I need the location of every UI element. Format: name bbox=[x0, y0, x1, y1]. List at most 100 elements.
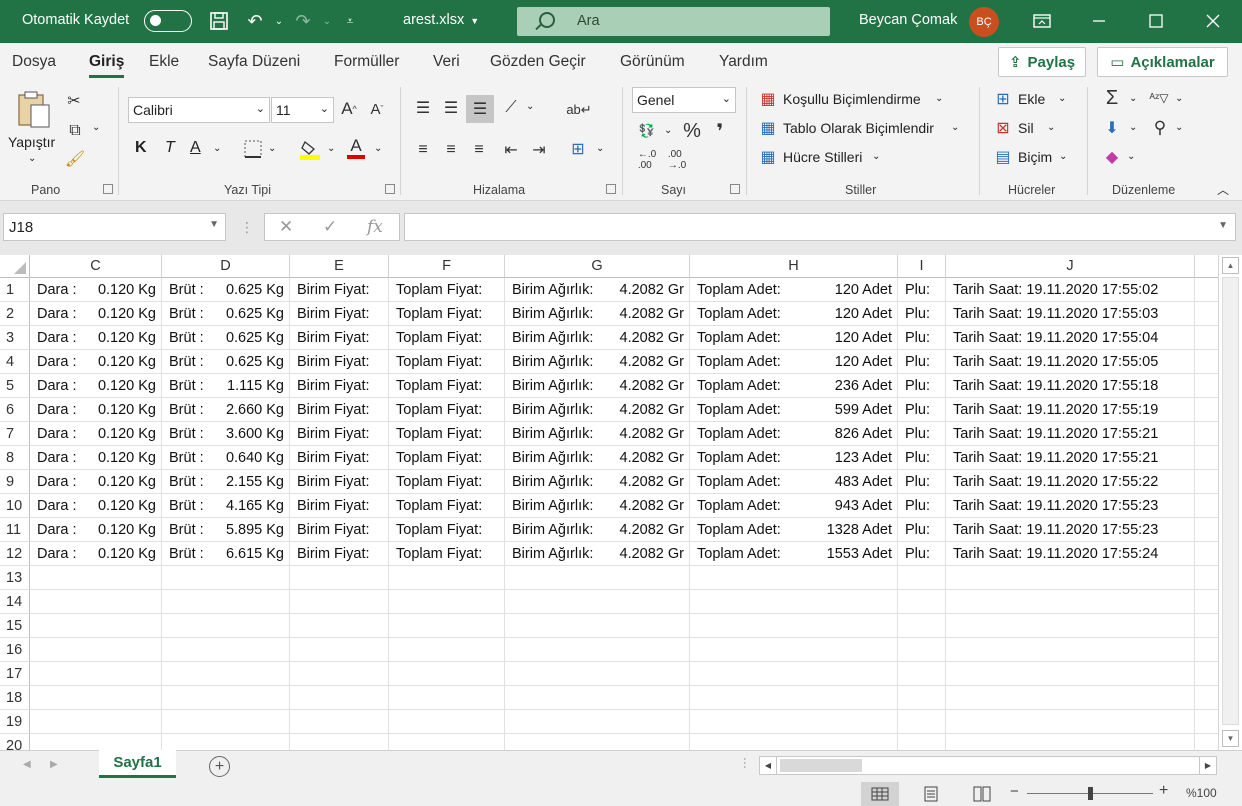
cell-k19[interactable] bbox=[1195, 710, 1218, 734]
cell-i19[interactable] bbox=[898, 710, 946, 734]
cell-f20[interactable] bbox=[389, 734, 505, 750]
cell-e12[interactable]: Birim Fiyat: bbox=[290, 542, 389, 566]
cell-j15[interactable] bbox=[946, 614, 1195, 638]
row-header[interactable]: 6 bbox=[0, 398, 30, 422]
row-header[interactable]: 19 bbox=[0, 710, 30, 734]
delete-cells-button[interactable]: Sil bbox=[1018, 120, 1034, 136]
cell-k7[interactable] bbox=[1195, 422, 1218, 446]
column-header-e[interactable]: E bbox=[290, 255, 389, 278]
cell-e4[interactable]: Birim Fiyat: bbox=[290, 350, 389, 374]
cell-e19[interactable] bbox=[290, 710, 389, 734]
cell-g8[interactable]: Birim Ağırlık: 4.2082 Gr bbox=[505, 446, 690, 470]
cell-d3[interactable]: Brüt : 0.625 Kg bbox=[162, 326, 290, 350]
cell-g19[interactable] bbox=[505, 710, 690, 734]
row-header[interactable]: 5 bbox=[0, 374, 30, 398]
cell-k14[interactable] bbox=[1195, 590, 1218, 614]
cell-g10[interactable]: Birim Ağırlık: 4.2082 Gr bbox=[505, 494, 690, 518]
cell-j10[interactable]: Tarih Saat: 19.11.2020 17:55:23 bbox=[946, 494, 1195, 518]
cell-f10[interactable]: Toplam Fiyat: bbox=[389, 494, 505, 518]
cell-j16[interactable] bbox=[946, 638, 1195, 662]
column-header-c[interactable]: C bbox=[30, 255, 162, 278]
cell-g3[interactable]: Birim Ağırlık: 4.2082 Gr bbox=[505, 326, 690, 350]
cell-d2[interactable]: Brüt : 0.625 Kg bbox=[162, 302, 290, 326]
cell-f7[interactable]: Toplam Fiyat: bbox=[389, 422, 505, 446]
cell-k18[interactable] bbox=[1195, 686, 1218, 710]
expand-formula-bar-icon[interactable]: ▼ bbox=[1218, 220, 1228, 231]
cell-j8[interactable]: Tarih Saat: 19.11.2020 17:55:21 bbox=[946, 446, 1195, 470]
cell-h16[interactable] bbox=[690, 638, 898, 662]
tab-sayfa-duzeni[interactable]: Sayfa Düzeni bbox=[208, 53, 300, 71]
cell-k9[interactable] bbox=[1195, 470, 1218, 494]
cell-f15[interactable] bbox=[389, 614, 505, 638]
cell-i3[interactable]: Plu: bbox=[898, 326, 946, 350]
horizontal-scrollbar[interactable]: ◀ ▶ bbox=[759, 756, 1217, 775]
row-header[interactable]: 17 bbox=[0, 662, 30, 686]
cell-h10[interactable]: Toplam Adet: 943 Adet bbox=[690, 494, 898, 518]
cell-d5[interactable]: Brüt : 1.115 Kg bbox=[162, 374, 290, 398]
cell-e10[interactable]: Birim Fiyat: bbox=[290, 494, 389, 518]
font-color-dropdown-icon[interactable]: ⌄ bbox=[374, 143, 382, 154]
column-header-d[interactable]: D bbox=[162, 255, 290, 278]
sheet-tab-sayfa1[interactable]: Sayfa1 bbox=[99, 750, 176, 778]
cell-g6[interactable]: Birim Ağırlık: 4.2082 Gr bbox=[505, 398, 690, 422]
cell-i13[interactable] bbox=[898, 566, 946, 590]
format-cells-icon[interactable]: ▤ bbox=[993, 148, 1013, 166]
horizontal-scroll-thumb[interactable] bbox=[780, 759, 862, 772]
cell-d6[interactable]: Brüt : 2.660 Kg bbox=[162, 398, 290, 422]
cell-j11[interactable]: Tarih Saat: 19.11.2020 17:55:23 bbox=[946, 518, 1195, 542]
cell-h2[interactable]: Toplam Adet: 120 Adet bbox=[690, 302, 898, 326]
increase-indent-icon[interactable]: ⇥ bbox=[528, 139, 550, 161]
cell-e13[interactable] bbox=[290, 566, 389, 590]
orientation-icon[interactable]: ⟋ bbox=[500, 97, 522, 119]
cell-d7[interactable]: Brüt : 3.600 Kg bbox=[162, 422, 290, 446]
cell-k4[interactable] bbox=[1195, 350, 1218, 374]
tab-yardim[interactable]: Yardım bbox=[719, 53, 768, 71]
cell-e7[interactable]: Birim Fiyat: bbox=[290, 422, 389, 446]
page-break-preview-icon[interactable] bbox=[963, 782, 1001, 806]
row-header[interactable]: 8 bbox=[0, 446, 30, 470]
align-left-icon[interactable]: ≡ bbox=[412, 139, 434, 161]
cell-e18[interactable] bbox=[290, 686, 389, 710]
cell-j13[interactable] bbox=[946, 566, 1195, 590]
cell-d13[interactable] bbox=[162, 566, 290, 590]
cell-i18[interactable] bbox=[898, 686, 946, 710]
cell-h4[interactable]: Toplam Adet: 120 Adet bbox=[690, 350, 898, 374]
increase-decimal-icon[interactable]: ←.0.00 bbox=[634, 149, 660, 171]
align-middle-icon[interactable]: ☰ bbox=[440, 97, 462, 119]
align-right-icon[interactable]: ≡ bbox=[468, 139, 490, 161]
cell-j18[interactable] bbox=[946, 686, 1195, 710]
cell-k11[interactable] bbox=[1195, 518, 1218, 542]
paste-icon[interactable] bbox=[14, 89, 54, 131]
fill-down-icon[interactable]: ⬇ bbox=[1101, 117, 1123, 139]
cell-k12[interactable] bbox=[1195, 542, 1218, 566]
cell-c10[interactable]: Dara : 0.120 Kg bbox=[30, 494, 162, 518]
tab-split-handle[interactable]: ⋯ bbox=[738, 757, 752, 768]
cell-c2[interactable]: Dara : 0.120 Kg bbox=[30, 302, 162, 326]
user-name[interactable]: Beycan Çomak bbox=[859, 12, 957, 28]
spreadsheet-grid[interactable]: C D E F G H I J 1 Dara : 0.120 Kg Brüt : 0.625 Kg Bir… bbox=[0, 255, 1218, 750]
cell-f16[interactable] bbox=[389, 638, 505, 662]
cell-f3[interactable]: Toplam Fiyat: bbox=[389, 326, 505, 350]
cell-g11[interactable]: Birim Ağırlık: 4.2082 Gr bbox=[505, 518, 690, 542]
cell-d9[interactable]: Brüt : 2.155 Kg bbox=[162, 470, 290, 494]
cell-styles-button[interactable]: Hücre Stilleri bbox=[783, 149, 862, 165]
scroll-right-icon[interactable]: ▶ bbox=[1199, 757, 1216, 774]
cell-h12[interactable]: Toplam Adet: 1553 Adet bbox=[690, 542, 898, 566]
cell-d19[interactable] bbox=[162, 710, 290, 734]
page-layout-view-icon[interactable] bbox=[912, 782, 950, 806]
formula-input[interactable]: ▼ bbox=[404, 213, 1236, 241]
format-as-table-icon[interactable]: ▦ bbox=[758, 119, 778, 137]
cell-j19[interactable] bbox=[946, 710, 1195, 734]
cell-i9[interactable]: Plu: bbox=[898, 470, 946, 494]
cell-e17[interactable] bbox=[290, 662, 389, 686]
scroll-up-icon[interactable]: ▲ bbox=[1222, 257, 1239, 274]
cell-c7[interactable]: Dara : 0.120 Kg bbox=[30, 422, 162, 446]
cell-g2[interactable]: Birim Ağırlık: 4.2082 Gr bbox=[505, 302, 690, 326]
pano-dialog-launcher-icon[interactable] bbox=[103, 184, 113, 194]
cell-e5[interactable]: Birim Fiyat: bbox=[290, 374, 389, 398]
cell-h20[interactable] bbox=[690, 734, 898, 750]
row-header[interactable]: 16 bbox=[0, 638, 30, 662]
clear-icon[interactable]: ◆ bbox=[1101, 146, 1123, 168]
percent-style-icon[interactable]: % bbox=[680, 119, 704, 143]
cell-j5[interactable]: Tarih Saat: 19.11.2020 17:55:18 bbox=[946, 374, 1195, 398]
